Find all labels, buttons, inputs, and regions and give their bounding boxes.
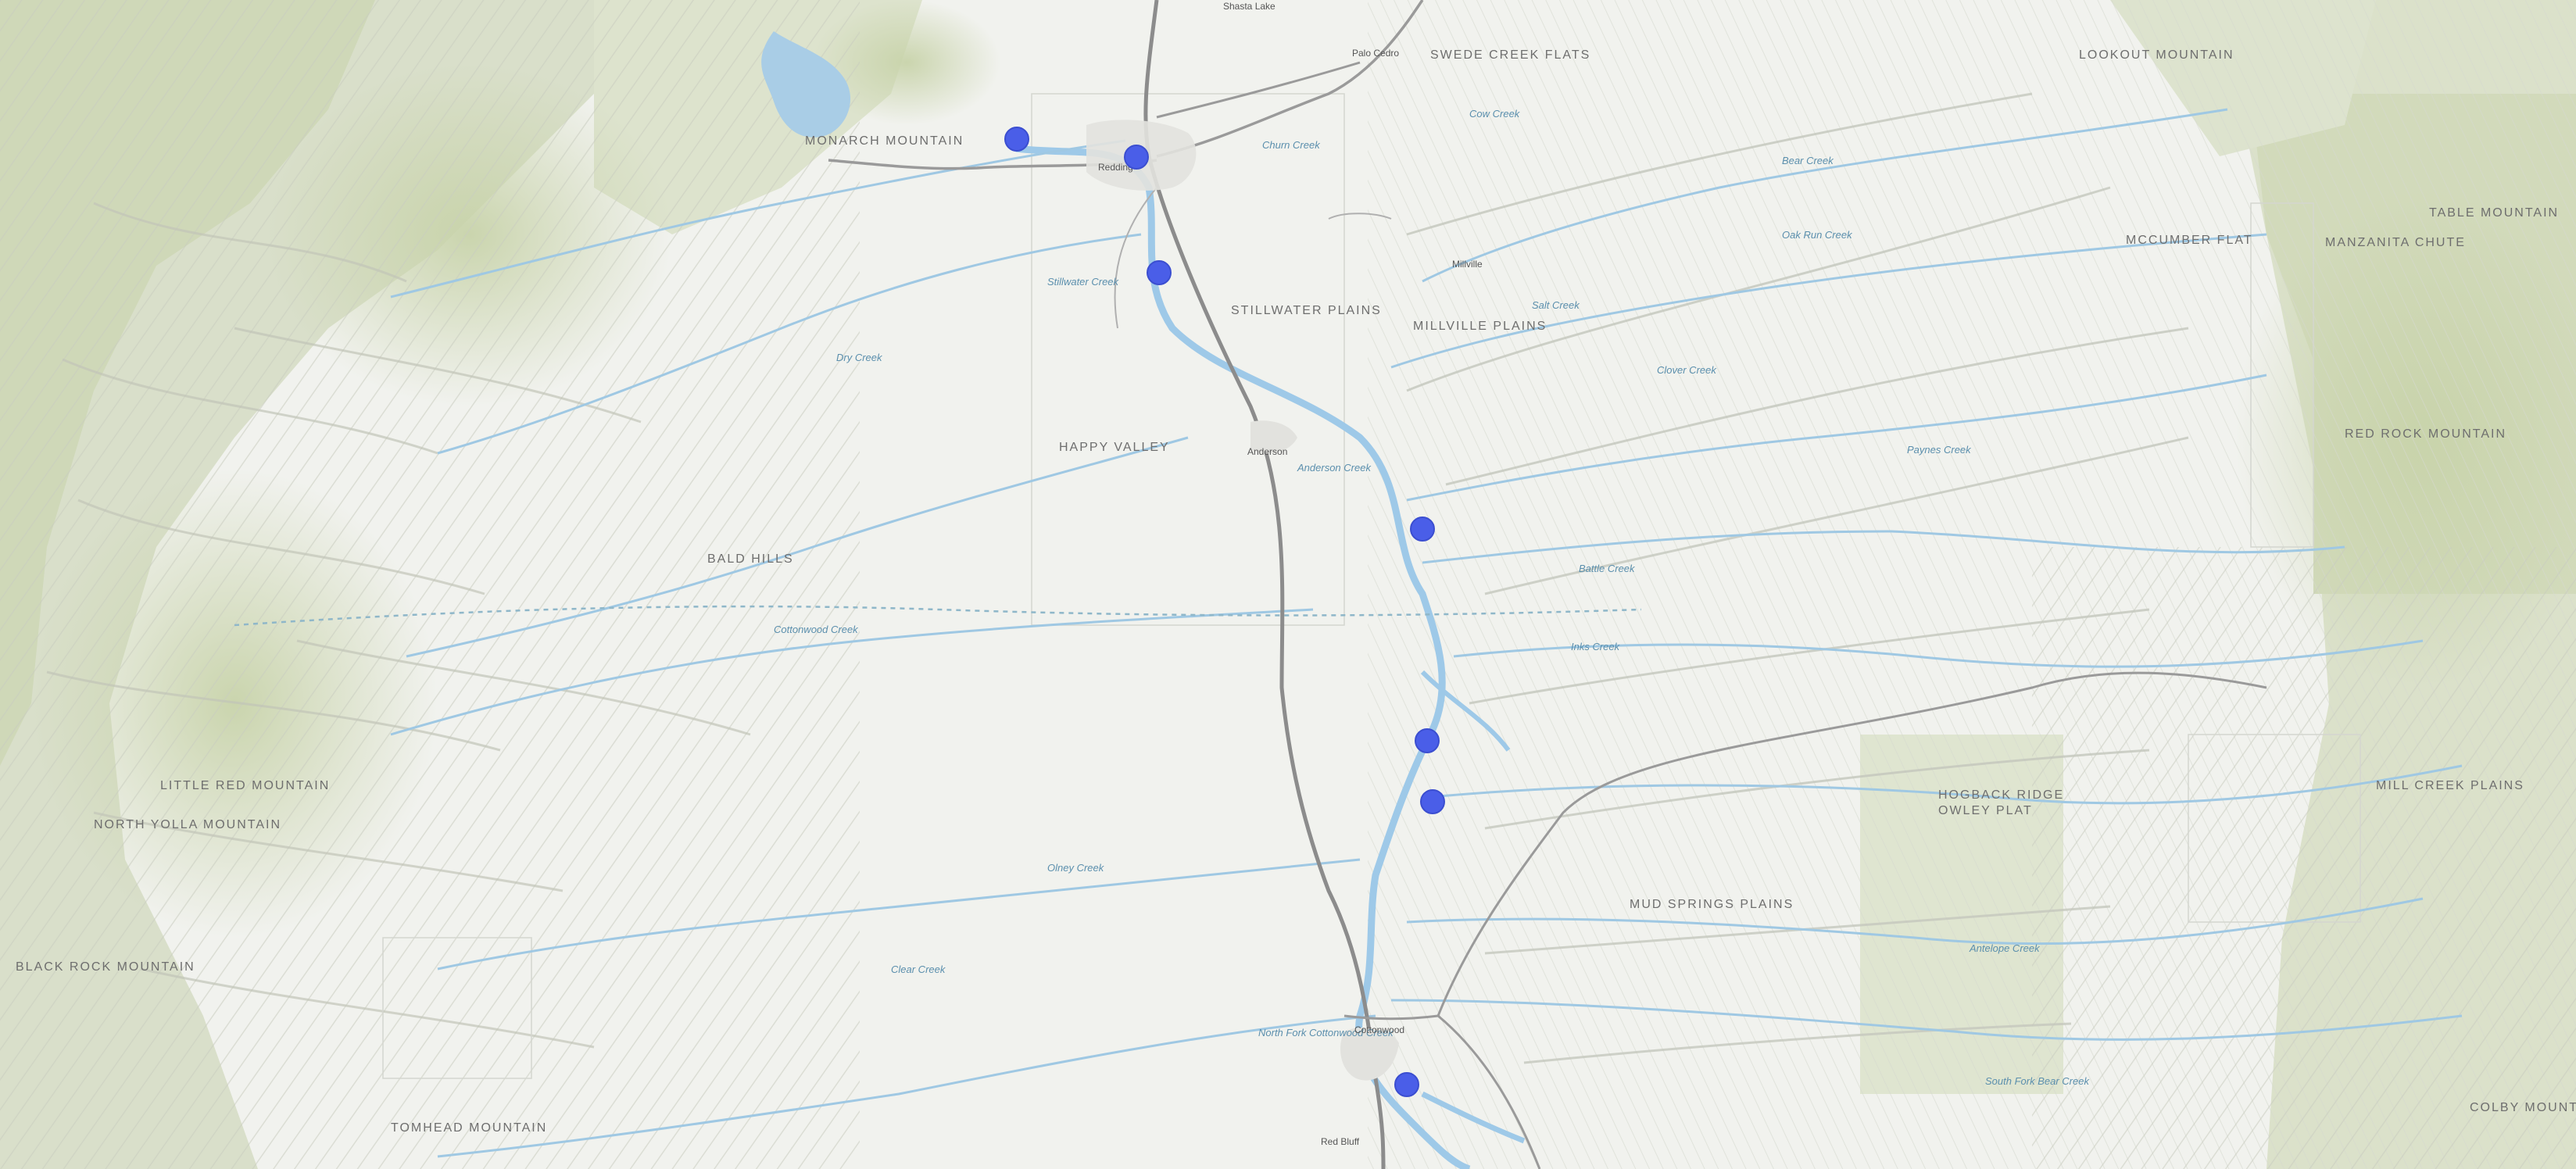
creek-label: Stillwater Creek — [1047, 276, 1120, 288]
region-label: STILLWATER PLAINS — [1231, 304, 1382, 317]
creek-label: Clear Creek — [891, 963, 946, 975]
region-label: MILLVILLE PLAINS — [1413, 320, 1547, 333]
region-label: TOMHEAD MOUNTAIN — [391, 1121, 547, 1135]
creek-label: Churn Creek — [1262, 139, 1321, 151]
place-label: Shasta Lake — [1223, 1, 1275, 12]
creek-label: Anderson Creek — [1297, 462, 1372, 474]
region-label: BLACK ROCK MOUNTAIN — [16, 960, 195, 974]
region-label: MUD SPRINGS PLAINS — [1630, 898, 1794, 911]
region-label: MILL CREEK PLAINS — [2376, 779, 2524, 792]
region-label: RED ROCK MOUNTAIN — [2345, 427, 2506, 441]
creek-label: Dry Creek — [836, 352, 883, 363]
map-marker[interactable] — [1410, 517, 1435, 542]
region-label: TABLE MOUNTAIN — [2429, 206, 2559, 220]
region-label: MANZANITA CHUTE — [2325, 236, 2466, 249]
region-label: LOOKOUT MOUNTAIN — [2079, 48, 2234, 62]
place-label: Red Bluff — [1321, 1136, 1360, 1147]
place-label: Millville — [1452, 259, 1483, 270]
creek-label: Battle Creek — [1579, 563, 1636, 574]
map-marker[interactable] — [1147, 260, 1172, 285]
creek-label: Cow Creek — [1469, 108, 1521, 120]
region-label: LITTLE RED MOUNTAIN — [160, 779, 330, 792]
creek-label: Antelope Creek — [1969, 942, 2041, 954]
region-label: COLBY MOUNTAIN — [2470, 1101, 2576, 1114]
creek-label: Paynes Creek — [1907, 444, 1972, 456]
map-marker[interactable] — [1004, 127, 1029, 152]
map-marker[interactable] — [1124, 145, 1149, 170]
region-label: HAPPY VALLEY — [1059, 441, 1170, 454]
region-label: NORTH YOLLA MOUNTAIN — [94, 818, 281, 831]
region-label: MCCUMBER FLAT — [2126, 234, 2253, 247]
region-label: HOGBACK RIDGE — [1938, 788, 2064, 802]
creek-label: Oak Run Creek — [1782, 229, 1853, 241]
place-label: Palo Cedro — [1352, 48, 1399, 59]
place-label: Cottonwood — [1354, 1024, 1404, 1035]
creek-label: Olney Creek — [1047, 862, 1105, 874]
creek-label: Inks Creek — [1571, 641, 1621, 652]
topographic-map[interactable]: SWEDE CREEK FLATS STILLWATER PLAINS MILL… — [0, 0, 2576, 1169]
creek-label: Salt Creek — [1532, 299, 1580, 311]
creek-label: Cottonwood Creek — [774, 624, 859, 635]
place-label: Anderson — [1247, 446, 1287, 457]
region-label: MONARCH MOUNTAIN — [805, 134, 964, 148]
creek-label: Clover Creek — [1657, 364, 1717, 376]
region-label: SWEDE CREEK FLATS — [1430, 48, 1590, 62]
region-label: BALD HILLS — [707, 552, 794, 566]
creek-label: South Fork Bear Creek — [1985, 1075, 2090, 1087]
region-label: OWLEY PLAT — [1938, 804, 2033, 817]
map-marker[interactable] — [1415, 728, 1440, 753]
map-marker[interactable] — [1394, 1072, 1419, 1097]
map-marker[interactable] — [1420, 789, 1445, 814]
creek-label: Bear Creek — [1782, 155, 1834, 166]
